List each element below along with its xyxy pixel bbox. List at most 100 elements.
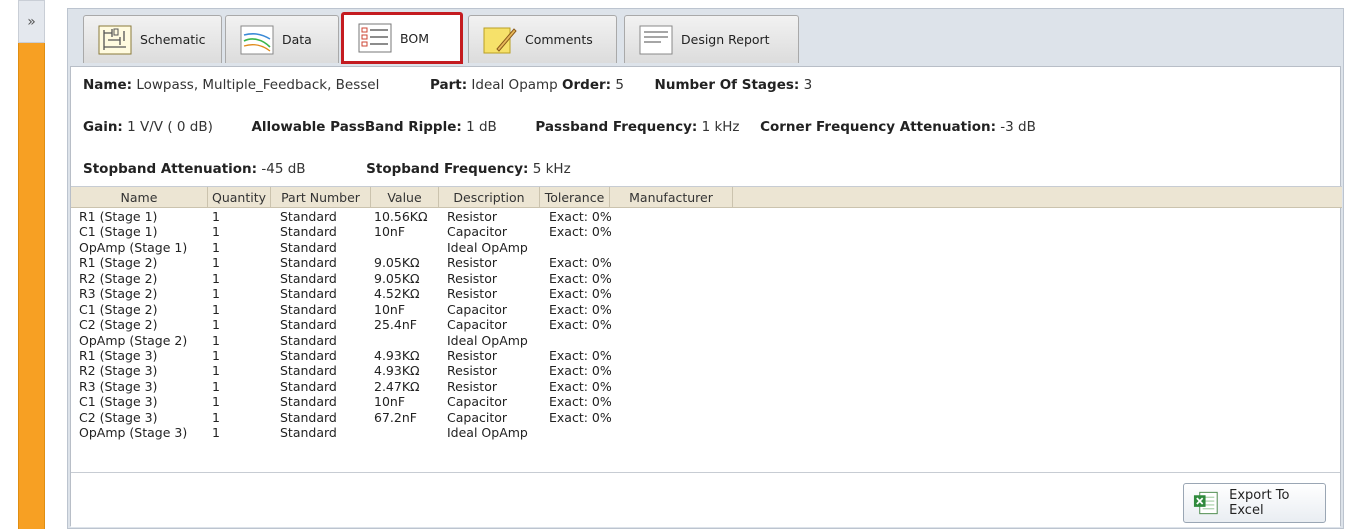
table-cell: 1	[212, 224, 220, 240]
col-header-manufacturer[interactable]: Manufacturer	[610, 187, 733, 208]
excel-icon	[1193, 491, 1218, 515]
table-cell: Exact: 0%	[549, 363, 612, 379]
table-row[interactable]: C1 (Stage 3) 1 Standard 10nF Capacitor Exact:…	[71, 394, 1342, 409]
table-cell: 1	[212, 270, 220, 286]
order-key: Order:	[562, 77, 612, 93]
tab-label: Design Report	[681, 32, 770, 47]
table-row[interactable]: OpAmp (Stage 2) 1 Standard Ideal OpAmp	[71, 333, 1342, 348]
table-row[interactable]: C2 (Stage 2) 1 Standard 25.4nF Capacitor Exac…	[71, 317, 1342, 332]
col-header-description[interactable]: Description	[439, 187, 540, 208]
table-cell: C2 (Stage 3)	[79, 409, 158, 425]
table-cell: Exact: 0%	[549, 270, 612, 286]
table-cell: Standard	[280, 317, 337, 333]
notepad-pencil-icon	[483, 27, 517, 53]
stopband-attenuation-key: Stopband Attenuation:	[83, 161, 258, 177]
table-cell: OpAmp (Stage 3)	[79, 425, 188, 441]
table-row[interactable]: C2 (Stage 3) 1 Standard 67.2nF Capacitor Exac…	[71, 410, 1342, 425]
footer-bar: Export To Excel	[71, 472, 1340, 527]
col-header-tolerance[interactable]: Tolerance	[540, 187, 610, 208]
table-row[interactable]: R3 (Stage 2) 1 Standard 4.52KΩ Resistor Exact…	[71, 286, 1342, 301]
table-cell: C2 (Stage 2)	[79, 317, 158, 333]
table-cell: 67.2nF	[374, 409, 417, 425]
tab-label: Comments	[525, 32, 593, 47]
table-cell: Resistor	[447, 378, 497, 394]
table-cell: 1	[212, 209, 220, 224]
passband-frequency-value: 1 kHz	[701, 119, 740, 135]
table-row[interactable]: OpAmp (Stage 1) 1 Standard Ideal OpAmp	[71, 240, 1342, 255]
table-cell: 25.4nF	[374, 317, 417, 333]
tab-strip: Schematic Data BOM Comments Design Repor…	[68, 9, 1343, 64]
table-cell: Capacitor	[447, 317, 508, 333]
table-cell: Standard	[280, 363, 337, 379]
col-header-name[interactable]: Name	[71, 187, 208, 208]
table-cell: Resistor	[447, 363, 497, 379]
ripple-value: 1 dB	[466, 119, 497, 135]
part-key: Part:	[429, 77, 468, 93]
table-cell: Resistor	[447, 255, 497, 271]
col-header-quantity[interactable]: Quantity	[208, 187, 271, 208]
ripple-key: Allowable PassBand Ripple:	[251, 119, 462, 135]
table-cell: Ideal OpAmp	[447, 239, 528, 255]
table-row[interactable]: R2 (Stage 2) 1 Standard 9.05KΩ Resistor Exact…	[71, 271, 1342, 286]
summary-row-2: Gain: 1 V/V ( 0 dB) Allowable PassBand R…	[83, 119, 1036, 135]
export-to-excel-button[interactable]: Export To Excel	[1183, 483, 1326, 523]
order-value: 5	[615, 77, 624, 93]
tab-bom[interactable]: BOM	[341, 12, 463, 64]
table-cell: Standard	[280, 378, 337, 394]
table-cell: Capacitor	[447, 301, 508, 317]
table-row[interactable]: R2 (Stage 3) 1 Standard 4.93KΩ Resistor Exact…	[71, 363, 1342, 378]
table-cell: 1	[212, 317, 220, 333]
table-cell: Standard	[280, 270, 337, 286]
table-cell: 2.47KΩ	[374, 378, 420, 394]
corner-attenuation-value: -3 dB	[1000, 119, 1036, 135]
table-row[interactable]: R1 (Stage 2) 1 Standard 9.05KΩ Resistor Exact…	[71, 255, 1342, 270]
name-value: Lowpass, Multiple_Feedback, Bessel	[136, 77, 380, 93]
table-cell: R1 (Stage 3)	[79, 347, 158, 363]
table-row[interactable]: R1 (Stage 3) 1 Standard 4.93KΩ Resistor Exact…	[71, 348, 1342, 363]
passband-frequency-key: Passband Frequency:	[535, 119, 698, 135]
tab-comments[interactable]: Comments	[468, 15, 617, 63]
col-header-value[interactable]: Value	[371, 187, 439, 208]
table-cell: 1	[212, 255, 220, 271]
table-cell: Exact: 0%	[549, 378, 612, 394]
tab-data[interactable]: Data	[225, 15, 339, 63]
stopband-attenuation-value: -45 dB	[261, 161, 306, 177]
table-cell: Standard	[280, 209, 337, 224]
expand-rail-button[interactable]: »	[18, 0, 45, 43]
collapsed-panel-bar[interactable]	[18, 43, 45, 529]
table-cell: Standard	[280, 286, 337, 302]
tab-label: BOM	[400, 30, 429, 46]
table-cell: 10nF	[374, 224, 406, 240]
table-cell: Resistor	[447, 209, 497, 224]
table-cell: 9.05KΩ	[374, 270, 420, 286]
corner-attenuation-key: Corner Frequency Attenuation:	[760, 119, 996, 135]
table-cell: Exact: 0%	[549, 224, 612, 240]
stages-key: Number Of Stages:	[654, 77, 800, 93]
table-row[interactable]: C1 (Stage 1) 1 Standard 10nF Capacitor Exact:…	[71, 224, 1342, 239]
gain-key: Gain:	[83, 119, 123, 135]
tab-label: Data	[282, 32, 312, 47]
col-header-part-number[interactable]: Part Number	[271, 187, 371, 208]
table-cell: 1	[212, 363, 220, 379]
table-cell: 1	[212, 409, 220, 425]
table-cell: C1 (Stage 1)	[79, 224, 158, 240]
table-cell: 4.93KΩ	[374, 363, 420, 379]
schematic-icon	[98, 25, 132, 54]
table-row[interactable]: C1 (Stage 2) 1 Standard 10nF Capacitor Exact:…	[71, 302, 1342, 317]
tab-schematic[interactable]: Schematic	[83, 15, 222, 63]
table-cell: Standard	[280, 255, 337, 271]
table-cell: Resistor	[447, 286, 497, 302]
table-cell: R1 (Stage 1)	[79, 209, 158, 224]
table-row[interactable]: R3 (Stage 3) 1 Standard 2.47KΩ Resistor Exact…	[71, 379, 1342, 394]
table-body: R1 (Stage 1) 1 Standard 10.56KΩ Resistor Exac…	[71, 209, 1342, 441]
table-cell: 10nF	[374, 394, 406, 410]
summary-row-3: Stopband Attenuation: -45 dB Stopband Fr…	[83, 161, 571, 177]
table-cell: Exact: 0%	[549, 286, 612, 302]
table-row[interactable]: R1 (Stage 1) 1 Standard 10.56KΩ Resistor Exac…	[71, 209, 1342, 224]
table-cell: R2 (Stage 3)	[79, 363, 158, 379]
tab-design-report[interactable]: Design Report	[624, 15, 799, 63]
table-cell: 1	[212, 394, 220, 410]
table-cell: 4.93KΩ	[374, 347, 420, 363]
part-value: Ideal Opamp	[471, 77, 558, 93]
table-row[interactable]: OpAmp (Stage 3) 1 Standard Ideal OpAmp	[71, 425, 1342, 440]
